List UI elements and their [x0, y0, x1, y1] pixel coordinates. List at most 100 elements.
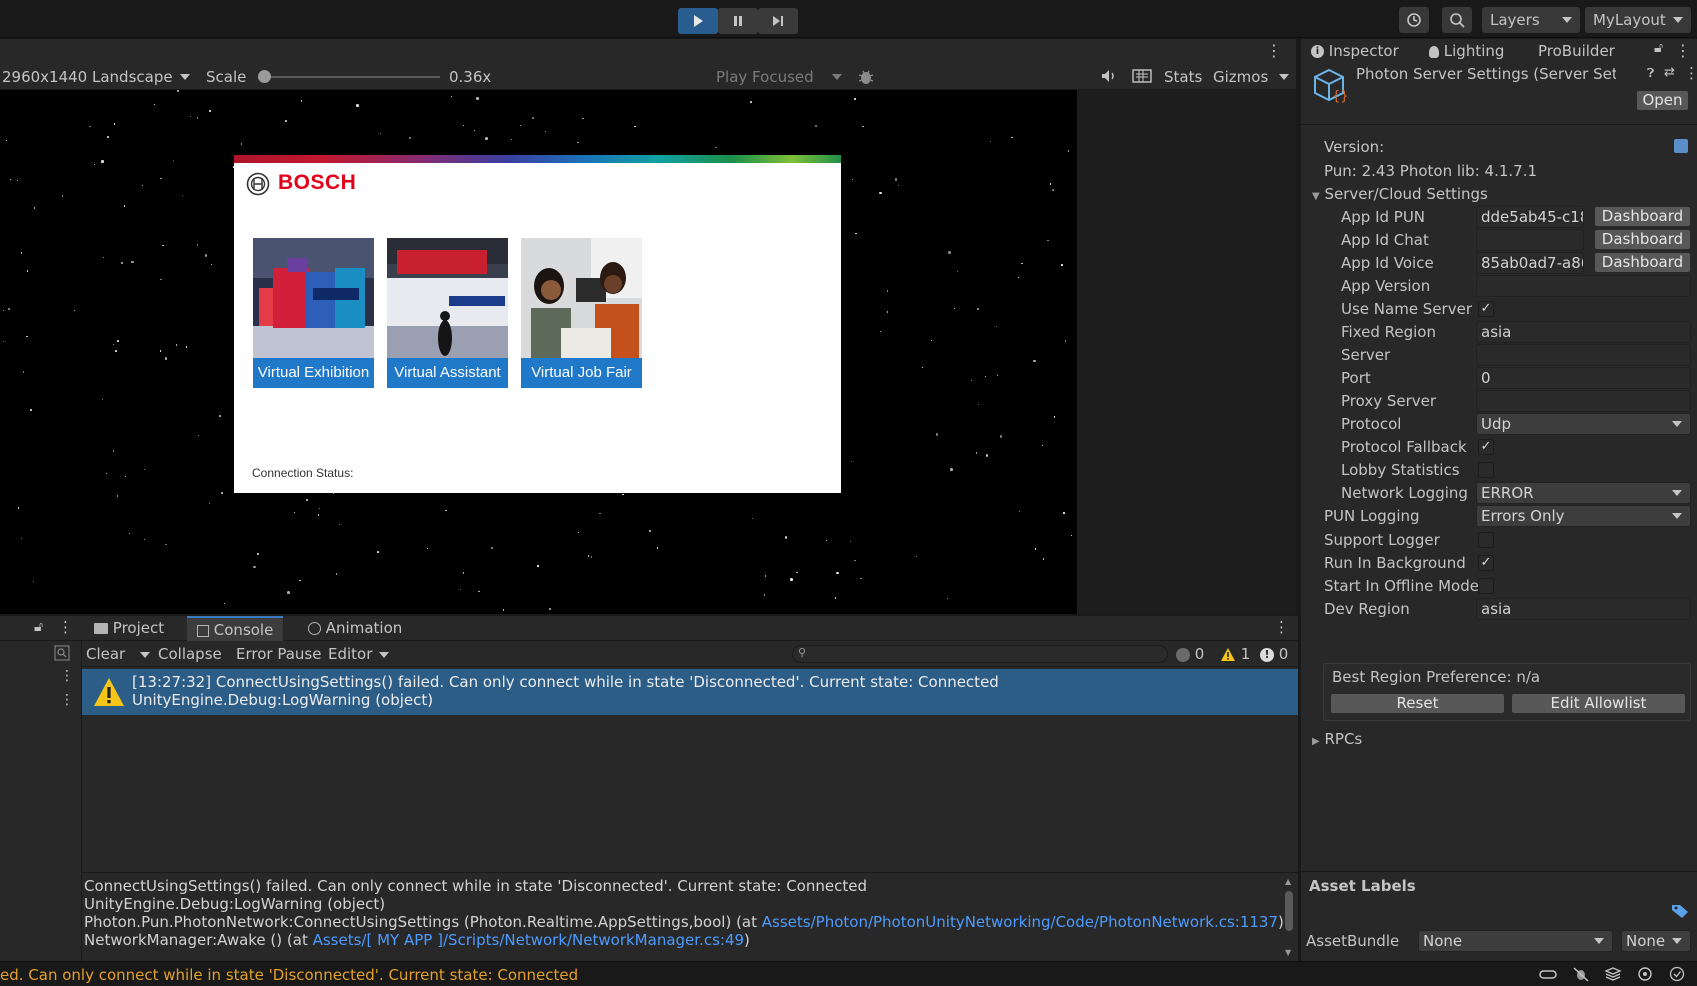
search-icon[interactable] [54, 645, 70, 665]
cloud-icon[interactable] [1538, 966, 1558, 986]
clear-button[interactable]: Clear [86, 643, 151, 665]
assetbundle-dropdown[interactable]: None [1418, 930, 1613, 952]
pause-button[interactable] [718, 8, 758, 34]
keyboard-icon[interactable] [1132, 67, 1152, 89]
layout-dropdown[interactable]: MyLayout [1585, 7, 1691, 33]
dev-region-field[interactable]: asia [1476, 598, 1691, 620]
app-id-pun-field[interactable]: dde5ab45-c18 [1476, 206, 1584, 228]
server-settings-foldout[interactable]: ▼ Server/Cloud Settings [1312, 183, 1488, 205]
pun-logging-dropdown[interactable]: Errors Only [1476, 505, 1691, 527]
tab-animation[interactable]: Animation [298, 616, 412, 641]
resolution-dropdown[interactable]: 2960x1440 Landscape [2, 66, 192, 88]
step-button[interactable] [758, 8, 798, 34]
tile-virtual-assistant[interactable]: Virtual Assistant [387, 238, 508, 388]
star [886, 311, 889, 313]
play-mode-dropdown[interactable]: Play Focused [716, 66, 846, 88]
star [335, 573, 338, 576]
dashboard-button-chat[interactable]: Dashboard [1594, 229, 1691, 250]
check-circle-icon[interactable] [1668, 966, 1686, 986]
status-message[interactable]: ed. Can only connect while in state 'Dis… [0, 965, 578, 985]
scale-slider-track[interactable] [258, 70, 440, 83]
search-button[interactable] [1442, 7, 1472, 33]
preset-icon[interactable]: ⇄ [1664, 65, 1675, 80]
server-field[interactable] [1476, 344, 1691, 366]
star [894, 178, 898, 181]
help-icon[interactable]: ❓︎ [1647, 66, 1654, 81]
layers-stack-icon[interactable] [1604, 966, 1622, 986]
scrollbar-thumb[interactable] [1285, 891, 1293, 931]
lock-icon[interactable]: 🔓︎ [34, 619, 43, 635]
star [103, 256, 105, 258]
error-count-toggle[interactable]: ! 0 [1260, 644, 1288, 664]
more-options-icon[interactable]: ⋮ [60, 668, 74, 684]
app-id-chat-field[interactable] [1476, 229, 1584, 251]
protocol-fallback-checkbox[interactable]: ✓ [1478, 439, 1494, 455]
bug-icon[interactable] [856, 67, 876, 91]
run-in-background-checkbox[interactable]: ✓ [1478, 555, 1494, 571]
error-pause-button[interactable]: Error Pause [236, 643, 321, 665]
assetbundle-variant-dropdown[interactable]: None [1621, 930, 1691, 952]
fixed-region-field[interactable]: asia [1476, 321, 1691, 343]
label-tag-icon[interactable] [1671, 903, 1689, 923]
protocol-dropdown[interactable]: Udp [1476, 413, 1691, 435]
game-view[interactable]: BOSCH Virtual Exhibition Virtual Assista… [0, 90, 1077, 614]
bosch-logo-icon [246, 172, 270, 200]
info-count-toggle[interactable]: 0 [1176, 644, 1204, 664]
more-options-icon[interactable]: ⋮ [58, 618, 73, 636]
stacktrace-link[interactable]: Assets/Photon/PhotonUnityNetworking/Code… [762, 913, 1278, 931]
more-options-icon[interactable]: ⋮ [60, 692, 74, 708]
scroll-up-icon[interactable]: ▲ [1285, 877, 1291, 886]
tab-probuilder[interactable]: ProBuilder [1538, 41, 1615, 61]
scale-slider-thumb[interactable] [258, 70, 271, 83]
star [101, 160, 104, 163]
star [985, 375, 987, 377]
reset-button[interactable]: Reset [1330, 693, 1505, 714]
dashboard-button-pun[interactable]: Dashboard [1594, 206, 1691, 227]
gizmos-dropdown[interactable]: Gizmos [1213, 66, 1293, 88]
app-version-field[interactable] [1476, 275, 1691, 297]
lock-icon[interactable]: 🔓︎ [1654, 40, 1663, 56]
rpcs-foldout[interactable]: ▶ RPCs [1312, 728, 1362, 750]
tab-project[interactable]: Project [84, 616, 174, 641]
star [211, 263, 213, 265]
docs-icon[interactable] [1674, 139, 1688, 153]
scroll-down-icon[interactable]: ▼ [1285, 948, 1291, 957]
star [338, 524, 340, 526]
support-logger-checkbox[interactable] [1478, 532, 1494, 548]
star [300, 100, 303, 102]
open-button[interactable]: Open [1636, 90, 1689, 111]
collapse-button[interactable]: Collapse [158, 643, 222, 665]
more-options-icon[interactable]: ⋮ [1675, 41, 1691, 60]
proxy-server-field[interactable] [1476, 390, 1691, 412]
play-button[interactable] [678, 8, 718, 34]
stacktrace-link[interactable]: Assets/[ MY APP ]/Scripts/Network/Networ… [313, 931, 744, 949]
layers-dropdown[interactable]: Layers [1482, 7, 1580, 33]
tab-console[interactable]: Console [187, 616, 284, 641]
tile-virtual-job-fair[interactable]: Virtual Job Fair [521, 238, 642, 388]
log-entry[interactable]: [13:27:32] ConnectUsingSettings() failed… [82, 669, 1298, 715]
tab-lighting[interactable]: Lighting [1429, 41, 1504, 61]
dashboard-button-voice[interactable]: Dashboard [1594, 252, 1691, 273]
console-search-input[interactable]: ⚲ [792, 645, 1168, 663]
more-options-icon[interactable]: ⋮ [1684, 64, 1697, 82]
edit-allowlist-button[interactable]: Edit Allowlist [1511, 693, 1686, 714]
port-field[interactable]: 0 [1476, 367, 1691, 389]
history-button[interactable] [1399, 7, 1429, 33]
app-id-voice-field[interactable]: 85ab0ad7-a86 [1476, 252, 1584, 274]
more-options-icon[interactable]: ⋮ [1274, 618, 1289, 636]
warning-count-toggle[interactable]: 1 [1220, 644, 1250, 664]
more-options-icon[interactable]: ⋮ [1266, 41, 1282, 60]
scrollbar[interactable]: ▲ ▼ [1284, 877, 1294, 957]
network-logging-dropdown[interactable]: ERROR [1476, 482, 1691, 504]
use-name-server-checkbox[interactable]: ✓ [1478, 301, 1494, 317]
star [749, 101, 752, 103]
stats-button[interactable]: Stats [1164, 66, 1202, 88]
start-offline-checkbox[interactable] [1478, 578, 1494, 594]
debug-off-icon[interactable] [1572, 966, 1590, 986]
lobby-statistics-checkbox[interactable] [1478, 462, 1494, 478]
tile-virtual-exhibition[interactable]: Virtual Exhibition [253, 238, 374, 388]
editor-dropdown[interactable]: Editor [328, 643, 390, 665]
tab-inspector[interactable]: i Inspector [1311, 41, 1399, 61]
collab-icon[interactable] [1636, 966, 1654, 986]
audio-mute-icon[interactable] [1100, 67, 1118, 89]
